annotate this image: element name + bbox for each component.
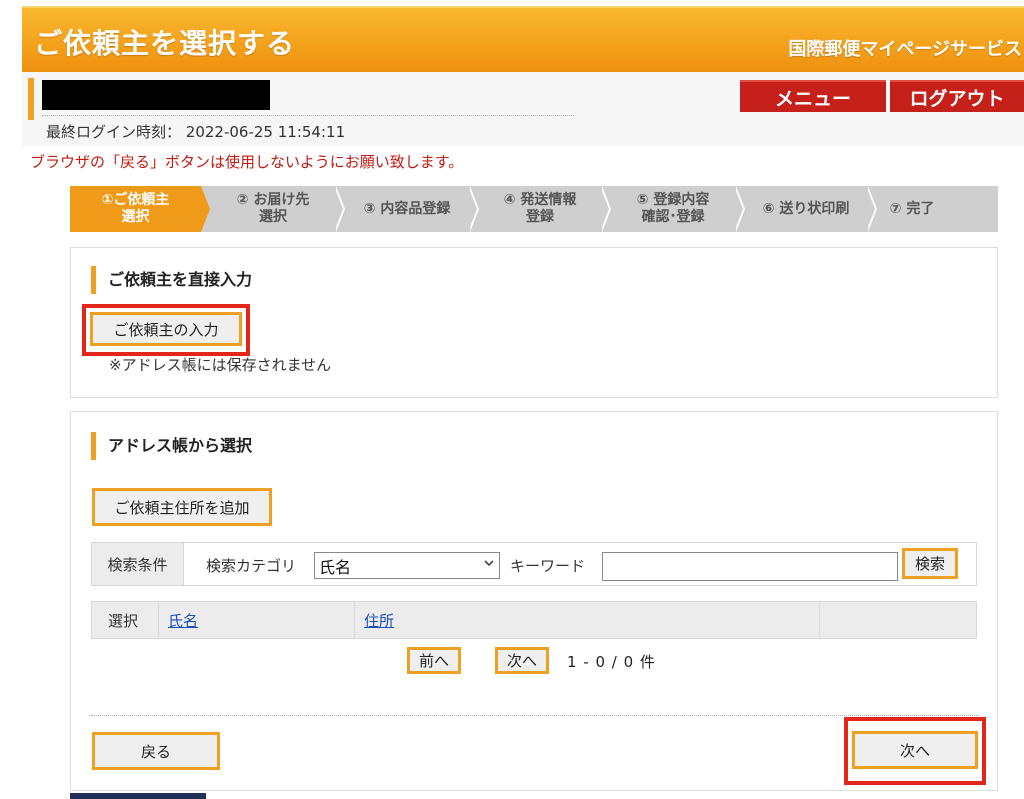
direct-input-title: ご依頼主を直接入力 (91, 266, 252, 294)
user-divider (42, 115, 574, 116)
paging-summary: 1 - 0 / 0 件 (567, 653, 656, 671)
column-divider (354, 602, 355, 638)
search-category-label: 検索カテゴリ (206, 557, 297, 575)
direct-input-panel: ご依頼主を直接入力 ご依頼主の入力 ※アドレス帳には保存されません (70, 247, 998, 398)
chevron-down-icon (483, 557, 495, 573)
user-name-redacted (42, 80, 270, 110)
back-button[interactable]: 戻る (92, 732, 220, 770)
step-arrow-fill (734, 186, 743, 232)
step-4-shipping-info: ④ 発送情報 登録 (503, 192, 577, 225)
back-button-warning: ブラウザの「戻る」ボタンは使用しないようにお願い致します。 (30, 153, 464, 171)
last-login-label: 最終ログイン時刻： (46, 123, 182, 141)
search-category-value: 氏名 (319, 557, 352, 577)
column-name-sort-link[interactable]: 氏名 (168, 602, 198, 638)
last-login-value: 2022-06-25 11:54:11 (185, 123, 346, 141)
step-arrow-fill (600, 186, 609, 232)
menu-button[interactable]: メニュー (740, 80, 886, 112)
search-conditions-label: 検索条件 (92, 543, 184, 585)
search-conditions: 検索条件 検索カテゴリ 氏名 キーワード 検索 (91, 542, 977, 586)
prev-page-button[interactable]: 前へ (407, 647, 461, 674)
footer-strip (70, 793, 206, 799)
next-button[interactable]: 次へ (852, 731, 978, 769)
address-table-header: 選択 氏名 住所 (91, 601, 977, 639)
column-address-sort-link[interactable]: 住所 (364, 602, 394, 638)
step-arrow-fill (866, 186, 875, 232)
search-category-select[interactable]: 氏名 (314, 552, 500, 579)
next-page-button[interactable]: 次へ (495, 647, 549, 674)
keyword-label: キーワード (510, 557, 586, 575)
service-name: 国際郵便マイページサービス (788, 39, 1022, 60)
user-accent-bar (28, 78, 34, 120)
step-5-confirm: ⑤ 登録内容 確認･登録 (636, 192, 710, 225)
page-header: ご依頼主を選択する 国際郵便マイページサービス (22, 6, 1024, 72)
address-book-panel: アドレス帳から選択 ご依頼主住所を追加 検索条件 検索カテゴリ 氏名 キーワード… (70, 411, 998, 791)
step-2-select-recipient: ② お届け先 選択 (236, 192, 310, 225)
column-divider (158, 602, 159, 638)
keyword-input[interactable] (602, 552, 898, 581)
user-info-area: 最終ログイン時刻： 2022-06-25 11:54:11 メニュー ログアウト (22, 72, 1024, 146)
step-1-select-sender: ①ご依頼主 選択 (70, 186, 201, 232)
step-7-complete: ⑦ 完了 (889, 200, 935, 217)
step-arrow-fill (468, 186, 477, 232)
column-divider (819, 602, 820, 638)
address-book-note: ※アドレス帳には保存されません (109, 356, 332, 374)
address-book-title: アドレス帳から選択 (91, 432, 252, 460)
column-select: 選択 (108, 611, 139, 630)
step-progress-bar: ①ご依頼主 選択 ② お届け先 選択 ③ 内容品登録 ④ 発送情報 登録 ⑤ 登録内容… (70, 186, 998, 232)
page-title: ご依頼主を選択する (34, 27, 296, 60)
step-arrow-fill (334, 186, 343, 232)
step-6-print: ⑥ 送り状印刷 (762, 200, 850, 217)
sender-input-button[interactable]: ご依頼主の入力 (90, 312, 242, 346)
step-3-contents: ③ 内容品登録 (363, 200, 451, 217)
logout-button[interactable]: ログアウト (890, 80, 1024, 112)
last-login: 最終ログイン時刻： 2022-06-25 11:54:11 (46, 121, 345, 142)
add-sender-address-button[interactable]: ご依頼主住所を追加 (92, 488, 272, 526)
section-divider (91, 715, 979, 716)
step-arrow (201, 186, 210, 232)
search-button[interactable]: 検索 (902, 548, 958, 579)
